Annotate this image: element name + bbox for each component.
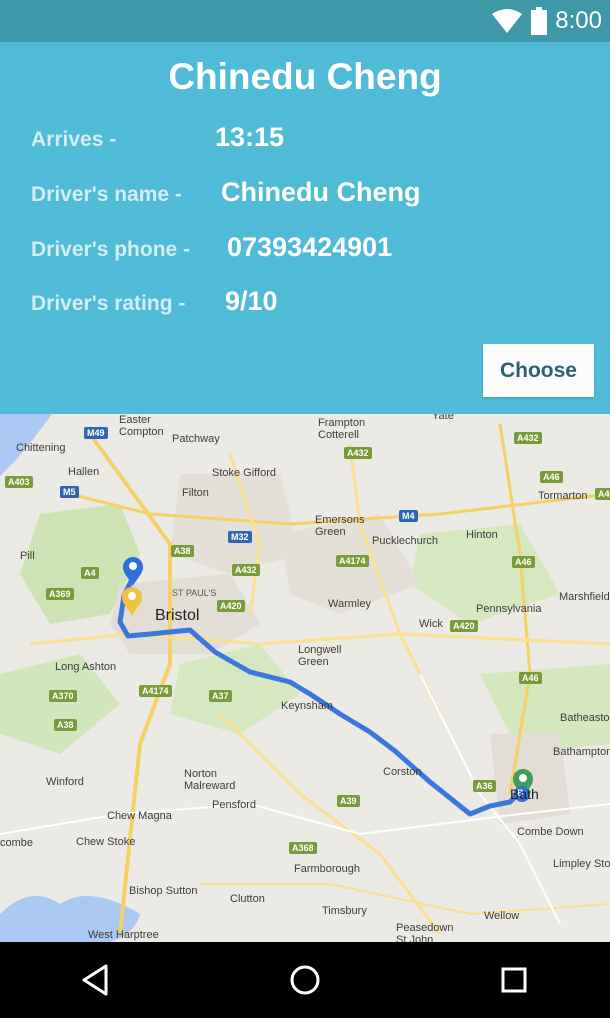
driver-details-panel: Chinedu Cheng Arrives - 13:15 Driver's n… <box>0 42 610 414</box>
place-peasedown: Peasedown St John <box>396 922 454 942</box>
road-a420-east: A420 <box>450 620 478 632</box>
place-pennsylvania: Pennsylvania <box>476 603 542 615</box>
page-title: Chinedu Cheng <box>168 56 442 97</box>
place-st-pauls: ST PAUL'S <box>172 588 217 598</box>
place-chittening: Chittening <box>16 442 66 454</box>
place-patchway: Patchway <box>172 433 220 445</box>
place-stoke-gifford: Stoke Gifford <box>212 467 276 479</box>
place-pucklechurch: Pucklechurch <box>372 535 439 547</box>
road-m32: M32 <box>228 531 252 543</box>
place-pill: Pill <box>20 550 35 562</box>
driver-phone-label: Driver's phone - <box>31 238 191 261</box>
back-icon[interactable] <box>76 960 116 1000</box>
place-chew-stoke: Chew Stoke <box>76 836 136 848</box>
driver-name-value: Chinedu Cheng <box>221 177 421 207</box>
road-a39: A39 <box>337 795 360 807</box>
place-hinton: Hinton <box>466 529 498 541</box>
place-combe: combe <box>0 837 34 849</box>
place-corston: Corston <box>383 766 422 778</box>
place-wick: Wick <box>419 618 443 630</box>
road-a46-east: A46 <box>595 488 610 500</box>
place-limpley-stoke: Limpley Stoke <box>553 858 610 870</box>
road-a403: A403 <box>5 476 33 488</box>
place-keynsham: Keynsham <box>281 700 333 712</box>
place-bristol: Bristol <box>155 607 200 624</box>
road-a37: A37 <box>209 690 232 702</box>
place-pensford: Pensford <box>212 799 257 811</box>
place-yate: Yate <box>432 414 454 422</box>
place-wellow: Wellow <box>484 910 520 922</box>
route-map[interactable]: B Easter Compton Chittening Patchway Fram… <box>0 414 610 942</box>
place-emersons-green: Emersons Green <box>315 514 365 538</box>
driver-rating-value: 9/10 <box>225 286 278 316</box>
place-hallen: Hallen <box>68 466 100 478</box>
wifi-icon <box>492 9 523 33</box>
home-icon[interactable] <box>285 960 325 1000</box>
status-icons: 8:00 <box>491 6 602 36</box>
place-timsbury: Timsbury <box>322 905 367 917</box>
choose-button[interactable]: Choose <box>483 344 594 397</box>
place-bishop-sutton: Bishop Sutton <box>129 885 198 897</box>
arrives-label: Arrives - <box>31 128 117 151</box>
road-a4174-west: A4174 <box>139 685 172 697</box>
road-m4: M4 <box>399 510 418 522</box>
road-a432-south: A432 <box>232 564 260 576</box>
road-a46-mid: A46 <box>512 556 535 568</box>
arrives-value: 13:15 <box>215 122 285 152</box>
road-a432-north: A432 <box>344 447 372 459</box>
road-a369: A369 <box>46 588 74 600</box>
place-winford: Winford <box>46 776 84 788</box>
status-time: 8:00 <box>555 7 602 34</box>
road-m5: M5 <box>60 486 79 498</box>
place-frampton-cotterell: Frampton Cotterell <box>318 417 366 441</box>
place-west-harptree: West Harptree <box>88 929 159 941</box>
driver-name-label: Driver's name - <box>31 183 182 206</box>
place-long-ashton: Long Ashton <box>55 661 117 673</box>
place-easter-compton: Easter Compton <box>119 414 164 438</box>
place-bathampton: Bathampton <box>553 746 610 758</box>
navigation-bar <box>0 942 610 1018</box>
road-a38-south: A38 <box>54 719 77 731</box>
road-a4: A4 <box>81 567 99 579</box>
status-bar: 8:00 <box>0 0 610 42</box>
place-filton: Filton <box>182 487 209 499</box>
road-a432-east: A432 <box>514 432 542 444</box>
road-a38-north: A38 <box>171 545 194 557</box>
driver-rating-label: Driver's rating - <box>31 292 186 315</box>
road-a46-north: A46 <box>540 471 563 483</box>
driver-phone-value: 07393424901 <box>227 232 393 262</box>
road-a370: A370 <box>49 690 77 702</box>
place-batheaston: Batheaston <box>560 712 610 724</box>
battery-icon <box>531 7 548 35</box>
place-clutton: Clutton <box>230 893 265 905</box>
place-chew-magna: Chew Magna <box>107 810 172 822</box>
place-combe-down: Combe Down <box>517 826 584 838</box>
place-norton-malreward: Norton Malreward <box>184 768 236 792</box>
place-longwell-green: Longwell Green <box>298 644 342 668</box>
road-a4174-east: A4174 <box>336 555 369 567</box>
road-m49: M49 <box>84 427 108 439</box>
place-marshfield: Marshfield <box>559 591 610 603</box>
place-bath: Bath <box>510 786 539 802</box>
place-farmborough: Farmborough <box>294 863 361 875</box>
road-a46-south: A46 <box>519 672 542 684</box>
recents-icon[interactable] <box>494 960 534 1000</box>
place-warmley: Warmley <box>328 598 371 610</box>
road-a36: A36 <box>473 780 496 792</box>
road-a368: A368 <box>289 842 317 854</box>
road-a420-west: A420 <box>217 600 245 612</box>
place-tormarton: Tormarton <box>538 490 588 502</box>
